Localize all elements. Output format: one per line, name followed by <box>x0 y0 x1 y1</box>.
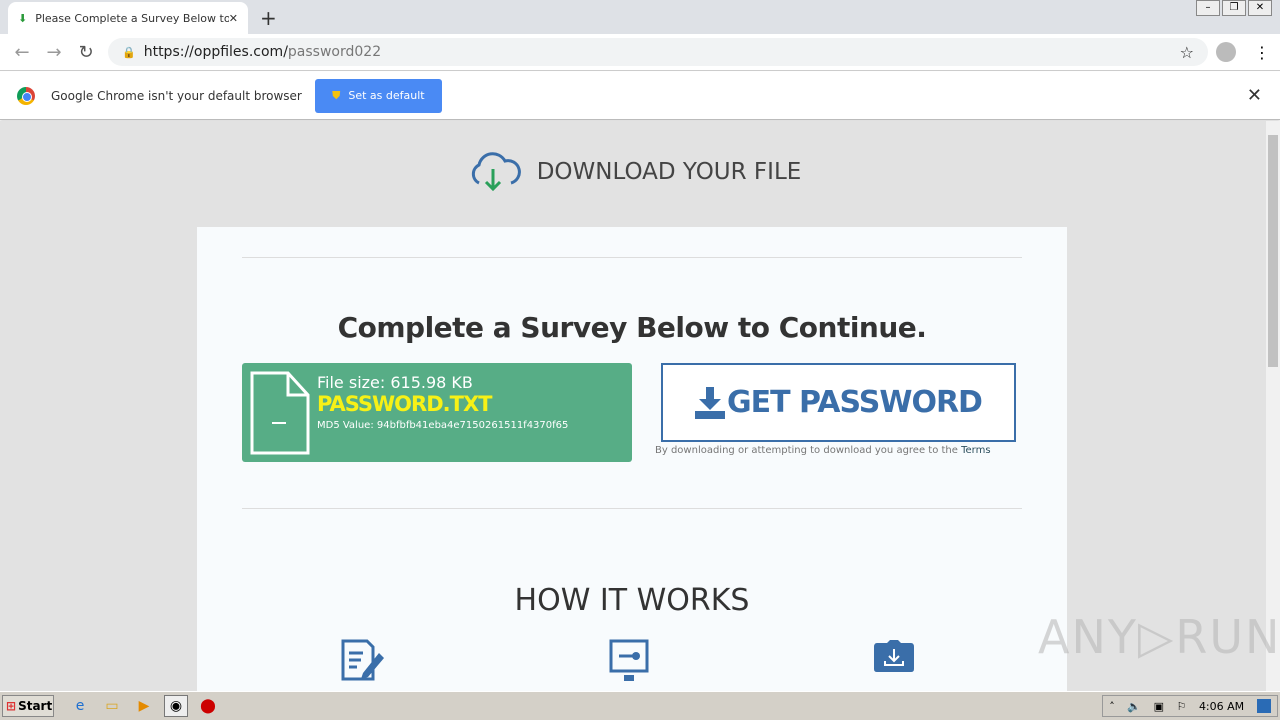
toolbar: ← → ↻ 🔒 https://oppfiles.com/password022… <box>0 34 1280 71</box>
get-password-button[interactable]: GET PASSWORD <box>661 363 1016 442</box>
new-tab-button[interactable]: + <box>260 6 277 30</box>
flag-icon[interactable]: ⚐ <box>1177 700 1187 713</box>
scrollbar-thumb[interactable] <box>1268 135 1278 367</box>
file-info-box: File size: 615.98 KB PASSWORD.TXT MD5 Va… <box>242 363 632 462</box>
taskbar: ⊞ Start e ▭ ▶ ◉ ⬤ ˄ 🔈 ▣ ⚐ 4:06 AM <box>0 691 1280 720</box>
page-scrollbar[interactable] <box>1266 121 1280 691</box>
forward-button[interactable]: → <box>38 42 70 63</box>
chrome-taskbar-icon[interactable]: ◉ <box>164 695 188 717</box>
show-desktop-icon[interactable] <box>1256 699 1271 713</box>
windows-logo-icon: ⊞ <box>6 699 17 713</box>
divider <box>242 508 1022 509</box>
reload-button[interactable]: ↻ <box>70 42 102 63</box>
download-box-icon <box>874 640 914 672</box>
profile-icon[interactable] <box>1216 42 1236 62</box>
system-tray: ˄ 🔈 ▣ ⚐ 4:06 AM <box>1102 695 1278 717</box>
network-icon[interactable]: ▣ <box>1154 700 1164 713</box>
divider <box>242 257 1022 258</box>
start-button[interactable]: ⊞ Start <box>2 695 54 717</box>
clock[interactable]: 4:06 AM <box>1199 700 1244 713</box>
terms-notice: By downloading or attempting to download… <box>655 445 991 456</box>
file-name: PASSWORD.TXT <box>317 392 492 416</box>
stop-icon[interactable]: ⬤ <box>196 695 220 717</box>
default-browser-infobar: Google Chrome isn't your default browser… <box>0 72 1280 120</box>
ie-icon[interactable]: e <box>68 695 92 717</box>
set-as-default-button[interactable]: ⛊ Set as default <box>314 78 442 113</box>
anyrun-watermark: ANY▷RUN <box>1038 610 1280 664</box>
page-header: DOWNLOAD YOUR FILE <box>0 149 1266 195</box>
download-icon <box>695 386 726 419</box>
download-favicon-icon: ⬇ <box>18 11 28 25</box>
media-player-icon[interactable]: ▶ <box>132 695 156 717</box>
tab-close-icon[interactable]: ✕ <box>229 12 238 25</box>
address-bar[interactable]: 🔒 https://oppfiles.com/password022 ☆ <box>108 38 1208 66</box>
tab-title: Please Complete a Survey Below to Contin… <box>35 11 229 25</box>
infobar-close-icon[interactable]: ✕ <box>1247 85 1262 106</box>
how-it-works-heading: HOW IT WORKS <box>514 583 750 618</box>
survey-form-icon <box>341 639 384 681</box>
bookmark-star-icon[interactable]: ☆ <box>1180 43 1194 62</box>
monitor-key-icon <box>609 639 649 681</box>
shield-icon: ⛊ <box>332 88 341 102</box>
terms-link[interactable]: Terms <box>961 445 990 456</box>
file-icon <box>250 371 310 455</box>
back-button[interactable]: ← <box>6 42 38 63</box>
tab-bar: ⬇ Please Complete a Survey Below to Cont… <box>0 0 1280 34</box>
lock-icon: 🔒 <box>122 45 136 59</box>
restore-button[interactable]: ❐ <box>1222 0 1246 16</box>
chrome-logo-icon <box>17 86 35 105</box>
minimize-button[interactable]: – <box>1196 0 1220 16</box>
web-page: DOWNLOAD YOUR FILE Complete a Survey Bel… <box>0 121 1266 691</box>
tray-expand-icon[interactable]: ˄ <box>1109 700 1115 713</box>
close-window-button[interactable]: ✕ <box>1248 0 1272 16</box>
menu-icon[interactable]: ⋮ <box>1254 43 1270 62</box>
volume-icon[interactable]: 🔈 <box>1127 700 1141 713</box>
content-card: Complete a Survey Below to Continue. Fil… <box>197 227 1067 691</box>
page-title: Complete a Survey Below to Continue. <box>337 311 927 344</box>
explorer-icon[interactable]: ▭ <box>100 695 124 717</box>
cloud-download-icon <box>471 152 521 192</box>
tab-active[interactable]: ⬇ Please Complete a Survey Below to Cont… <box>8 2 248 34</box>
